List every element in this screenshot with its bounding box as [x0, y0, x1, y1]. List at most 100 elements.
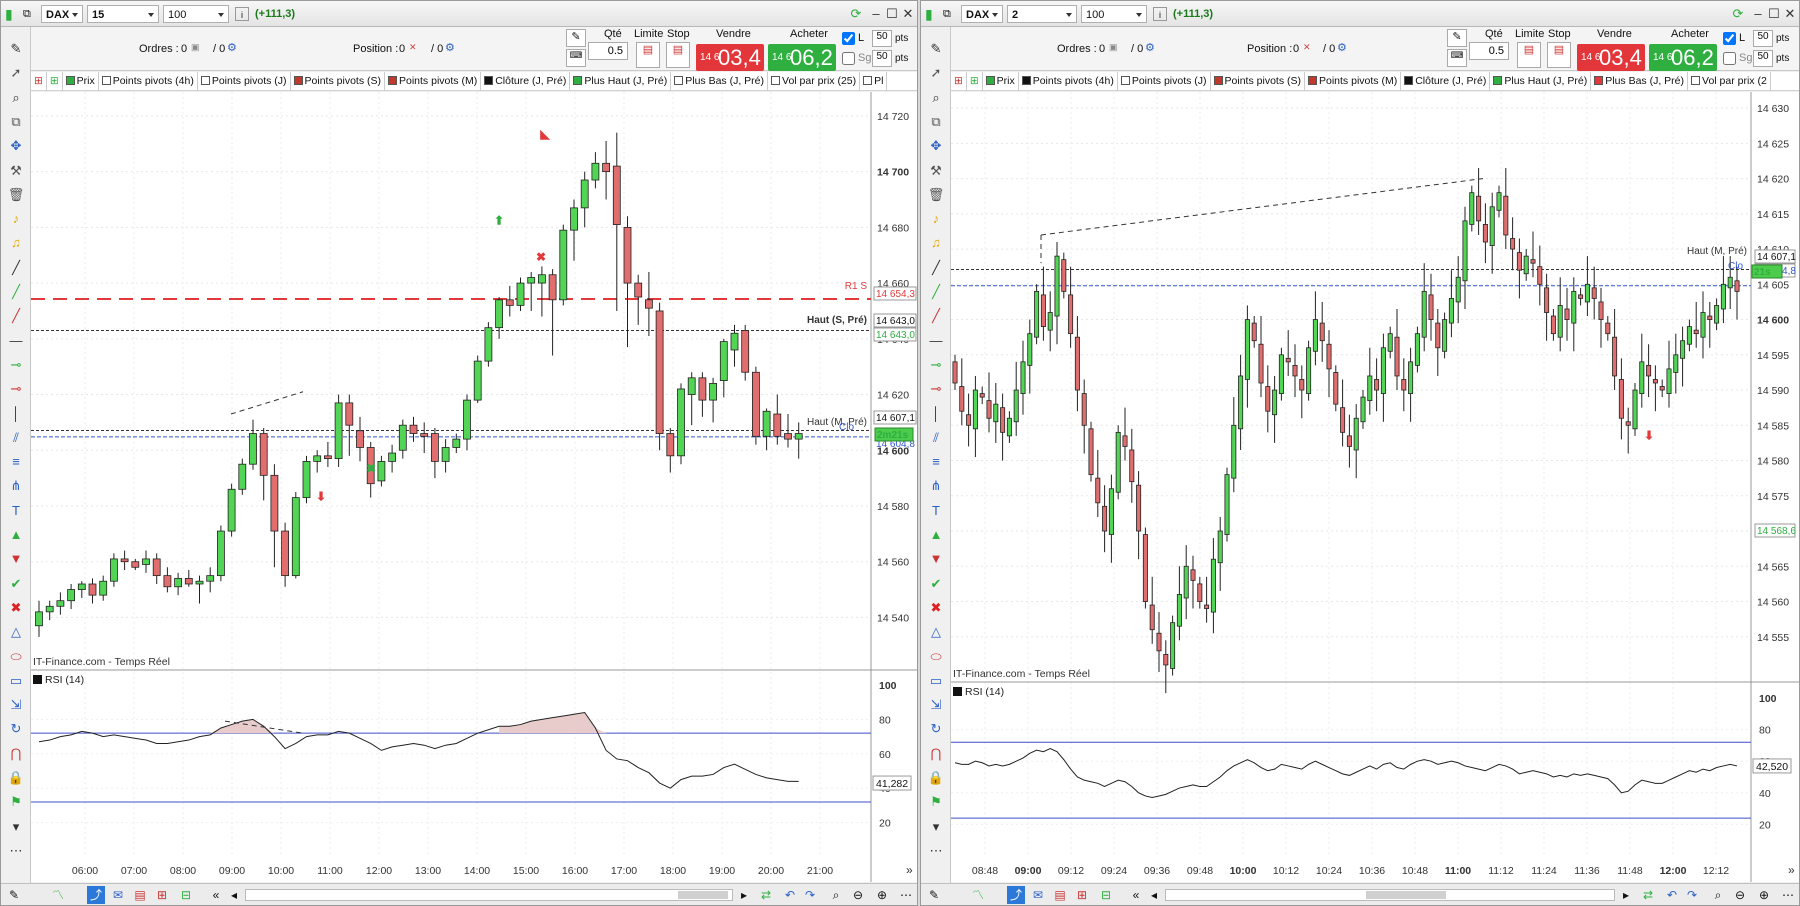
- check-icon[interactable]: ✔: [926, 574, 946, 594]
- magnet-icon[interactable]: ⋂: [926, 744, 946, 764]
- time-scroll-icon[interactable]: »: [906, 863, 913, 877]
- pitchfork-icon[interactable]: ⋔: [6, 476, 26, 496]
- instrument-select[interactable]: DAX: [41, 5, 83, 23]
- magnet-icon[interactable]: ⋂: [6, 744, 26, 764]
- link-icon[interactable]: ⇄: [1639, 886, 1657, 904]
- more-tools-icon[interactable]: ⋯: [926, 841, 946, 861]
- l-checkbox[interactable]: [842, 32, 855, 45]
- position-close-icon[interactable]: ✕: [409, 42, 417, 53]
- indicator-toggle-icon[interactable]: [674, 76, 684, 85]
- move-icon[interactable]: ✥: [926, 136, 946, 156]
- undo-icon[interactable]: ↶: [1663, 886, 1681, 904]
- grid-icon[interactable]: ⊟: [1097, 886, 1115, 904]
- rotate-icon[interactable]: ↻: [926, 719, 946, 739]
- trash-icon[interactable]: 🗑: [926, 185, 946, 205]
- horizontal-line-icon[interactable]: —: [926, 331, 946, 351]
- brush-icon[interactable]: ⚒: [926, 161, 946, 181]
- comment-icon[interactable]: ✉: [1029, 886, 1047, 904]
- more-tools-icon[interactable]: ⋯: [6, 841, 26, 861]
- timeframe-select[interactable]: 2 minutes: [1007, 5, 1077, 39]
- more-icon[interactable]: ⋯: [1779, 886, 1797, 904]
- segment-red-icon[interactable]: ⊸: [926, 379, 946, 399]
- redo-icon[interactable]: ↷: [801, 886, 819, 904]
- indicator-toggle-icon[interactable]: [388, 76, 397, 85]
- zoom-out-icon[interactable]: ⊖: [1731, 886, 1749, 904]
- ellipse-icon[interactable]: ⬭: [926, 647, 946, 667]
- scroll-right-icon[interactable]: ▸: [735, 886, 753, 904]
- keyboard-icon[interactable]: ⌨: [1447, 49, 1467, 67]
- units-select[interactable]: 100 unités: [1081, 5, 1147, 39]
- position-close-icon[interactable]: ✕: [1303, 42, 1311, 53]
- brush-icon[interactable]: ⚒: [6, 161, 26, 181]
- bell-icon[interactable]: ♫: [6, 233, 26, 253]
- info-icon[interactable]: i: [1153, 7, 1167, 21]
- draw-tool-icon[interactable]: ✎: [5, 886, 23, 904]
- buy-button[interactable]: 14 6 06,2: [1649, 44, 1717, 71]
- alert-icon[interactable]: ♪: [926, 209, 946, 229]
- copy-icon[interactable]: ⧉: [6, 112, 26, 132]
- arrow-up-icon[interactable]: ▲: [926, 525, 946, 545]
- alert-icon[interactable]: ♪: [6, 209, 26, 229]
- fibonacci-icon[interactable]: ≡: [926, 452, 946, 472]
- zoom-out-icon[interactable]: ⊖: [849, 886, 867, 904]
- indicator-toggle-icon[interactable]: [1691, 76, 1701, 85]
- indicator-chip[interactable]: Prix: [983, 72, 1019, 90]
- stop-order-button[interactable]: ▤: [666, 42, 690, 68]
- text-icon[interactable]: T: [926, 501, 946, 521]
- l-checkbox[interactable]: [1723, 32, 1736, 45]
- indicator-chip[interactable]: Plus Bas (J, Pré): [1591, 72, 1689, 90]
- orders-settings-icon[interactable]: ⚙: [1145, 41, 1155, 54]
- pencil-icon[interactable]: ✎: [926, 39, 946, 59]
- share-icon[interactable]: ⤴: [87, 886, 105, 904]
- position-settings-icon[interactable]: ⚙: [445, 41, 455, 54]
- prev-icon[interactable]: «: [1127, 886, 1145, 904]
- units-select[interactable]: 100 unités: [163, 5, 229, 39]
- zoom-icon[interactable]: ⌕: [926, 88, 946, 108]
- indicator-toggle-icon[interactable]: [484, 76, 494, 85]
- instrument-link-icon[interactable]: ⧉: [943, 5, 951, 23]
- cross-icon[interactable]: ✖: [926, 598, 946, 618]
- indicator-toggle-icon[interactable]: [200, 76, 210, 85]
- indicator-chip[interactable]: Clôture (J, Pré): [1401, 72, 1491, 90]
- qty-input[interactable]: [588, 42, 628, 60]
- channel-icon[interactable]: ⫽: [926, 428, 946, 448]
- indicator-chip[interactable]: Vol par prix (2: [1688, 72, 1771, 90]
- indicator-toggle-icon[interactable]: [1021, 76, 1031, 85]
- buy-button[interactable]: 14 6 06,2: [768, 44, 836, 71]
- draw-tool-icon[interactable]: ✎: [925, 886, 943, 904]
- indicator-toggle-icon[interactable]: [1493, 76, 1503, 85]
- triangle-icon[interactable]: △: [926, 622, 946, 642]
- prev-icon[interactable]: «: [207, 886, 225, 904]
- instrument-link-icon[interactable]: ⧉: [23, 5, 31, 23]
- indicator-chip[interactable]: Points pivots (M): [1305, 72, 1402, 90]
- scroll-left-icon[interactable]: ◂: [1145, 886, 1163, 904]
- horizontal-scrollbar[interactable]: [1165, 889, 1615, 901]
- channel-icon[interactable]: ⫽: [6, 428, 26, 448]
- pitchfork-icon[interactable]: ⋔: [926, 476, 946, 496]
- sg-checkbox[interactable]: [1723, 52, 1736, 65]
- indicator-chip[interactable]: Plus Haut (J, Pré): [1490, 72, 1592, 90]
- comment-icon[interactable]: ✉: [109, 886, 127, 904]
- indicator-chip[interactable]: Points pivots (S): [1211, 72, 1305, 90]
- redo-icon[interactable]: ↷: [1683, 886, 1701, 904]
- move-icon[interactable]: ✥: [6, 136, 26, 156]
- pts-input-1[interactable]: 50: [1753, 30, 1773, 47]
- close-icon[interactable]: ✕: [1781, 5, 1799, 23]
- cursor-icon[interactable]: ➚: [926, 63, 946, 83]
- indicator-toggle-icon[interactable]: [573, 76, 583, 85]
- measure-icon[interactable]: ⇲: [6, 695, 26, 715]
- indicator-toggle-icon[interactable]: [65, 76, 75, 85]
- indicator-chip[interactable]: Prix: [63, 72, 99, 90]
- rectangle-icon[interactable]: ▭: [6, 671, 26, 691]
- arrow-up-icon[interactable]: ▲: [6, 525, 26, 545]
- triangle-icon[interactable]: △: [6, 622, 26, 642]
- indicator-chip[interactable]: Points pivots (M): [385, 72, 482, 90]
- horizontal-scrollbar[interactable]: [245, 889, 733, 901]
- zoom-icon[interactable]: ⌕: [6, 88, 26, 108]
- cursor-icon[interactable]: ➚: [6, 63, 26, 83]
- collapse-icon[interactable]: ▾: [926, 817, 946, 837]
- indicator-chip[interactable]: Pl: [860, 72, 888, 90]
- orders-clear-icon[interactable]: ▣: [1109, 42, 1118, 53]
- trendline-icon[interactable]: ╱: [6, 258, 26, 278]
- indicator-toggle-icon[interactable]: [1594, 76, 1604, 85]
